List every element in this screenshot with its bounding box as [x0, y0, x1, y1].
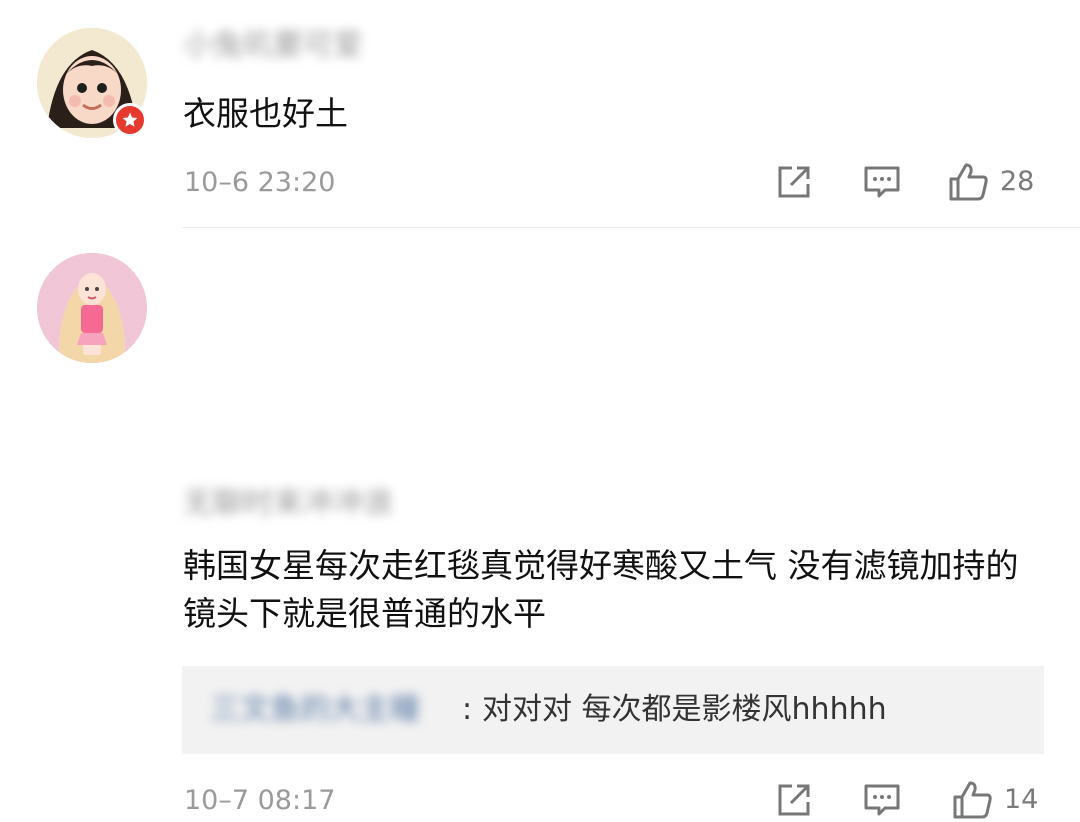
comment-text: 韩国女星每次走红毯真觉得好寒酸又土气 没有滤镜加持的镜头下就是很普通的水平 — [183, 546, 1019, 633]
reply-button[interactable] — [862, 780, 902, 820]
like-count: 28 — [1000, 166, 1035, 197]
comment-icon — [864, 784, 900, 816]
reply-text: 对对对 每次都是影楼风hhhhh — [482, 692, 887, 727]
like-count: 14 — [1004, 784, 1039, 815]
like-button[interactable]: 28 — [948, 160, 1048, 204]
verified-badge — [113, 103, 147, 137]
timestamp: 10–6 23:20 — [184, 167, 336, 198]
comment-item: 小兔叽要可爱 衣服也好土 10–6 23:20 28 — [0, 0, 1080, 228]
reply-preview[interactable]: 三文鱼的大主瞳 : 对对对 每次都是影楼风hhhhh — [182, 666, 1044, 754]
share-icon — [778, 166, 810, 198]
reply-separator: : — [462, 692, 473, 727]
reply-author[interactable]: 三文鱼的大主瞳 — [210, 692, 420, 728]
verified-star-icon — [122, 112, 138, 127]
share-button[interactable] — [774, 780, 814, 820]
avatar[interactable] — [37, 253, 147, 363]
share-button[interactable] — [774, 162, 814, 202]
comment-text: 衣服也好土 — [183, 94, 348, 133]
like-button[interactable]: 14 — [952, 778, 1048, 822]
share-icon — [778, 784, 810, 816]
thumbs-up-icon — [949, 163, 988, 201]
username[interactable]: 小兔叽要可爱 — [183, 26, 403, 66]
timestamp: 10–7 08:17 — [184, 785, 336, 816]
thumbs-up-icon — [953, 781, 992, 819]
comment-icon — [864, 166, 900, 198]
reply-button[interactable] — [862, 162, 902, 202]
comment-item: 无聊时来冲冲浪 韩国女星每次走红毯真觉得好寒酸又土气 没有滤镜加持的镜头下就是很… — [0, 228, 1080, 819]
avatar-icon — [37, 253, 147, 363]
username[interactable]: 无聊时来冲冲浪 — [183, 484, 445, 524]
